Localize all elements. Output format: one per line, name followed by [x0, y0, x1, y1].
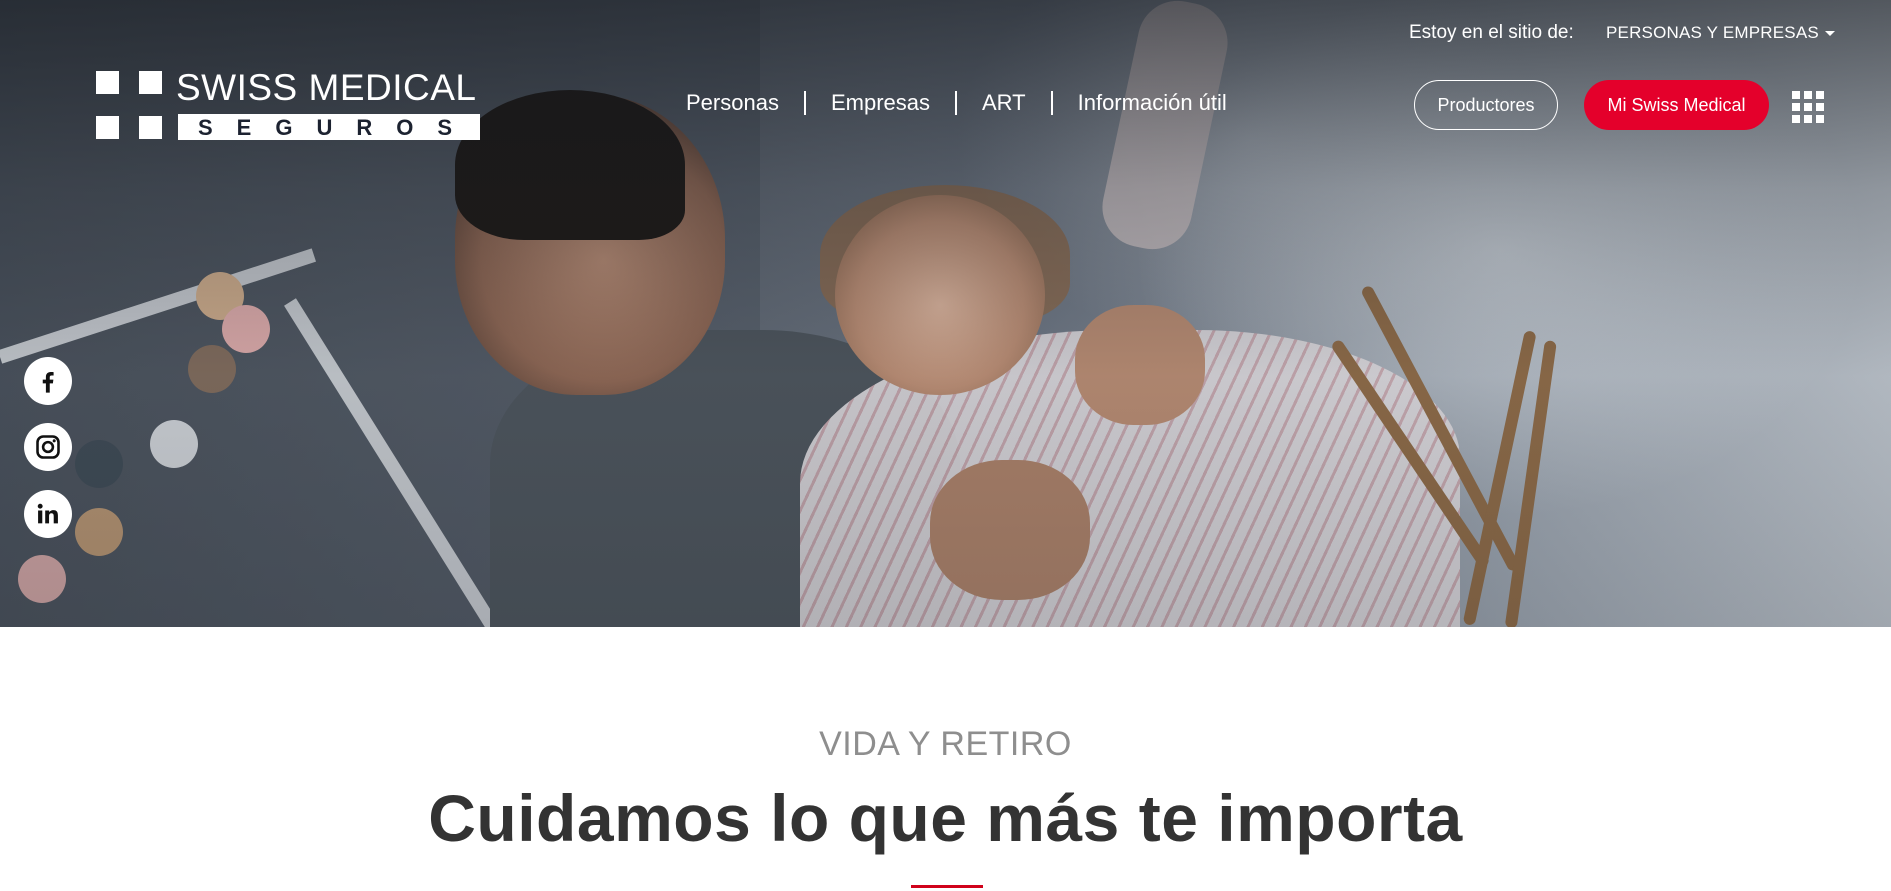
logo-title: SWISS MEDICAL — [176, 67, 477, 108]
nav-item-personas[interactable]: Personas — [686, 90, 779, 116]
nav-item-empresas[interactable]: Empresas — [831, 90, 930, 116]
linkedin-icon — [37, 503, 58, 524]
headline-underline — [911, 885, 983, 888]
nav-divider — [1050, 91, 1053, 115]
facebook-icon — [42, 372, 54, 393]
site-selector-label: Estoy en el sitio de: — [1409, 22, 1574, 43]
logo-subtitle: SEGUROS — [197, 115, 477, 140]
site-selector-value: PERSONAS Y EMPRESAS — [1606, 23, 1819, 42]
swiss-medical-logo[interactable]: SWISS MEDICAL SEGUROS — [96, 67, 481, 140]
nav-divider — [955, 91, 957, 115]
section-eyebrow: VIDA Y RETIRO — [819, 725, 1072, 763]
instagram-button[interactable] — [24, 423, 72, 471]
nav-divider — [803, 91, 806, 115]
section-headline: Cuidamos lo que más te importa — [428, 781, 1463, 855]
logo-square — [96, 116, 119, 139]
productores-button[interactable]: Productores — [1414, 80, 1558, 130]
nav-item-informacion-util[interactable]: Información útil — [1078, 90, 1227, 116]
caret-down-icon — [1824, 31, 1835, 36]
nav-item-art[interactable]: ART — [982, 90, 1026, 116]
logo-square — [139, 116, 162, 139]
logo-square — [139, 71, 162, 94]
linkedin-button[interactable] — [24, 490, 72, 538]
mi-swiss-medical-button[interactable]: Mi Swiss Medical — [1584, 80, 1769, 130]
site-selector-dropdown[interactable]: PERSONAS Y EMPRESAS — [1606, 23, 1835, 43]
apps-grid-icon[interactable] — [1792, 91, 1824, 123]
logo-square — [96, 71, 119, 94]
instagram-icon — [36, 435, 60, 459]
facebook-button[interactable] — [24, 357, 72, 405]
main-nav: Personas Empresas ART Información útil — [686, 90, 1227, 116]
